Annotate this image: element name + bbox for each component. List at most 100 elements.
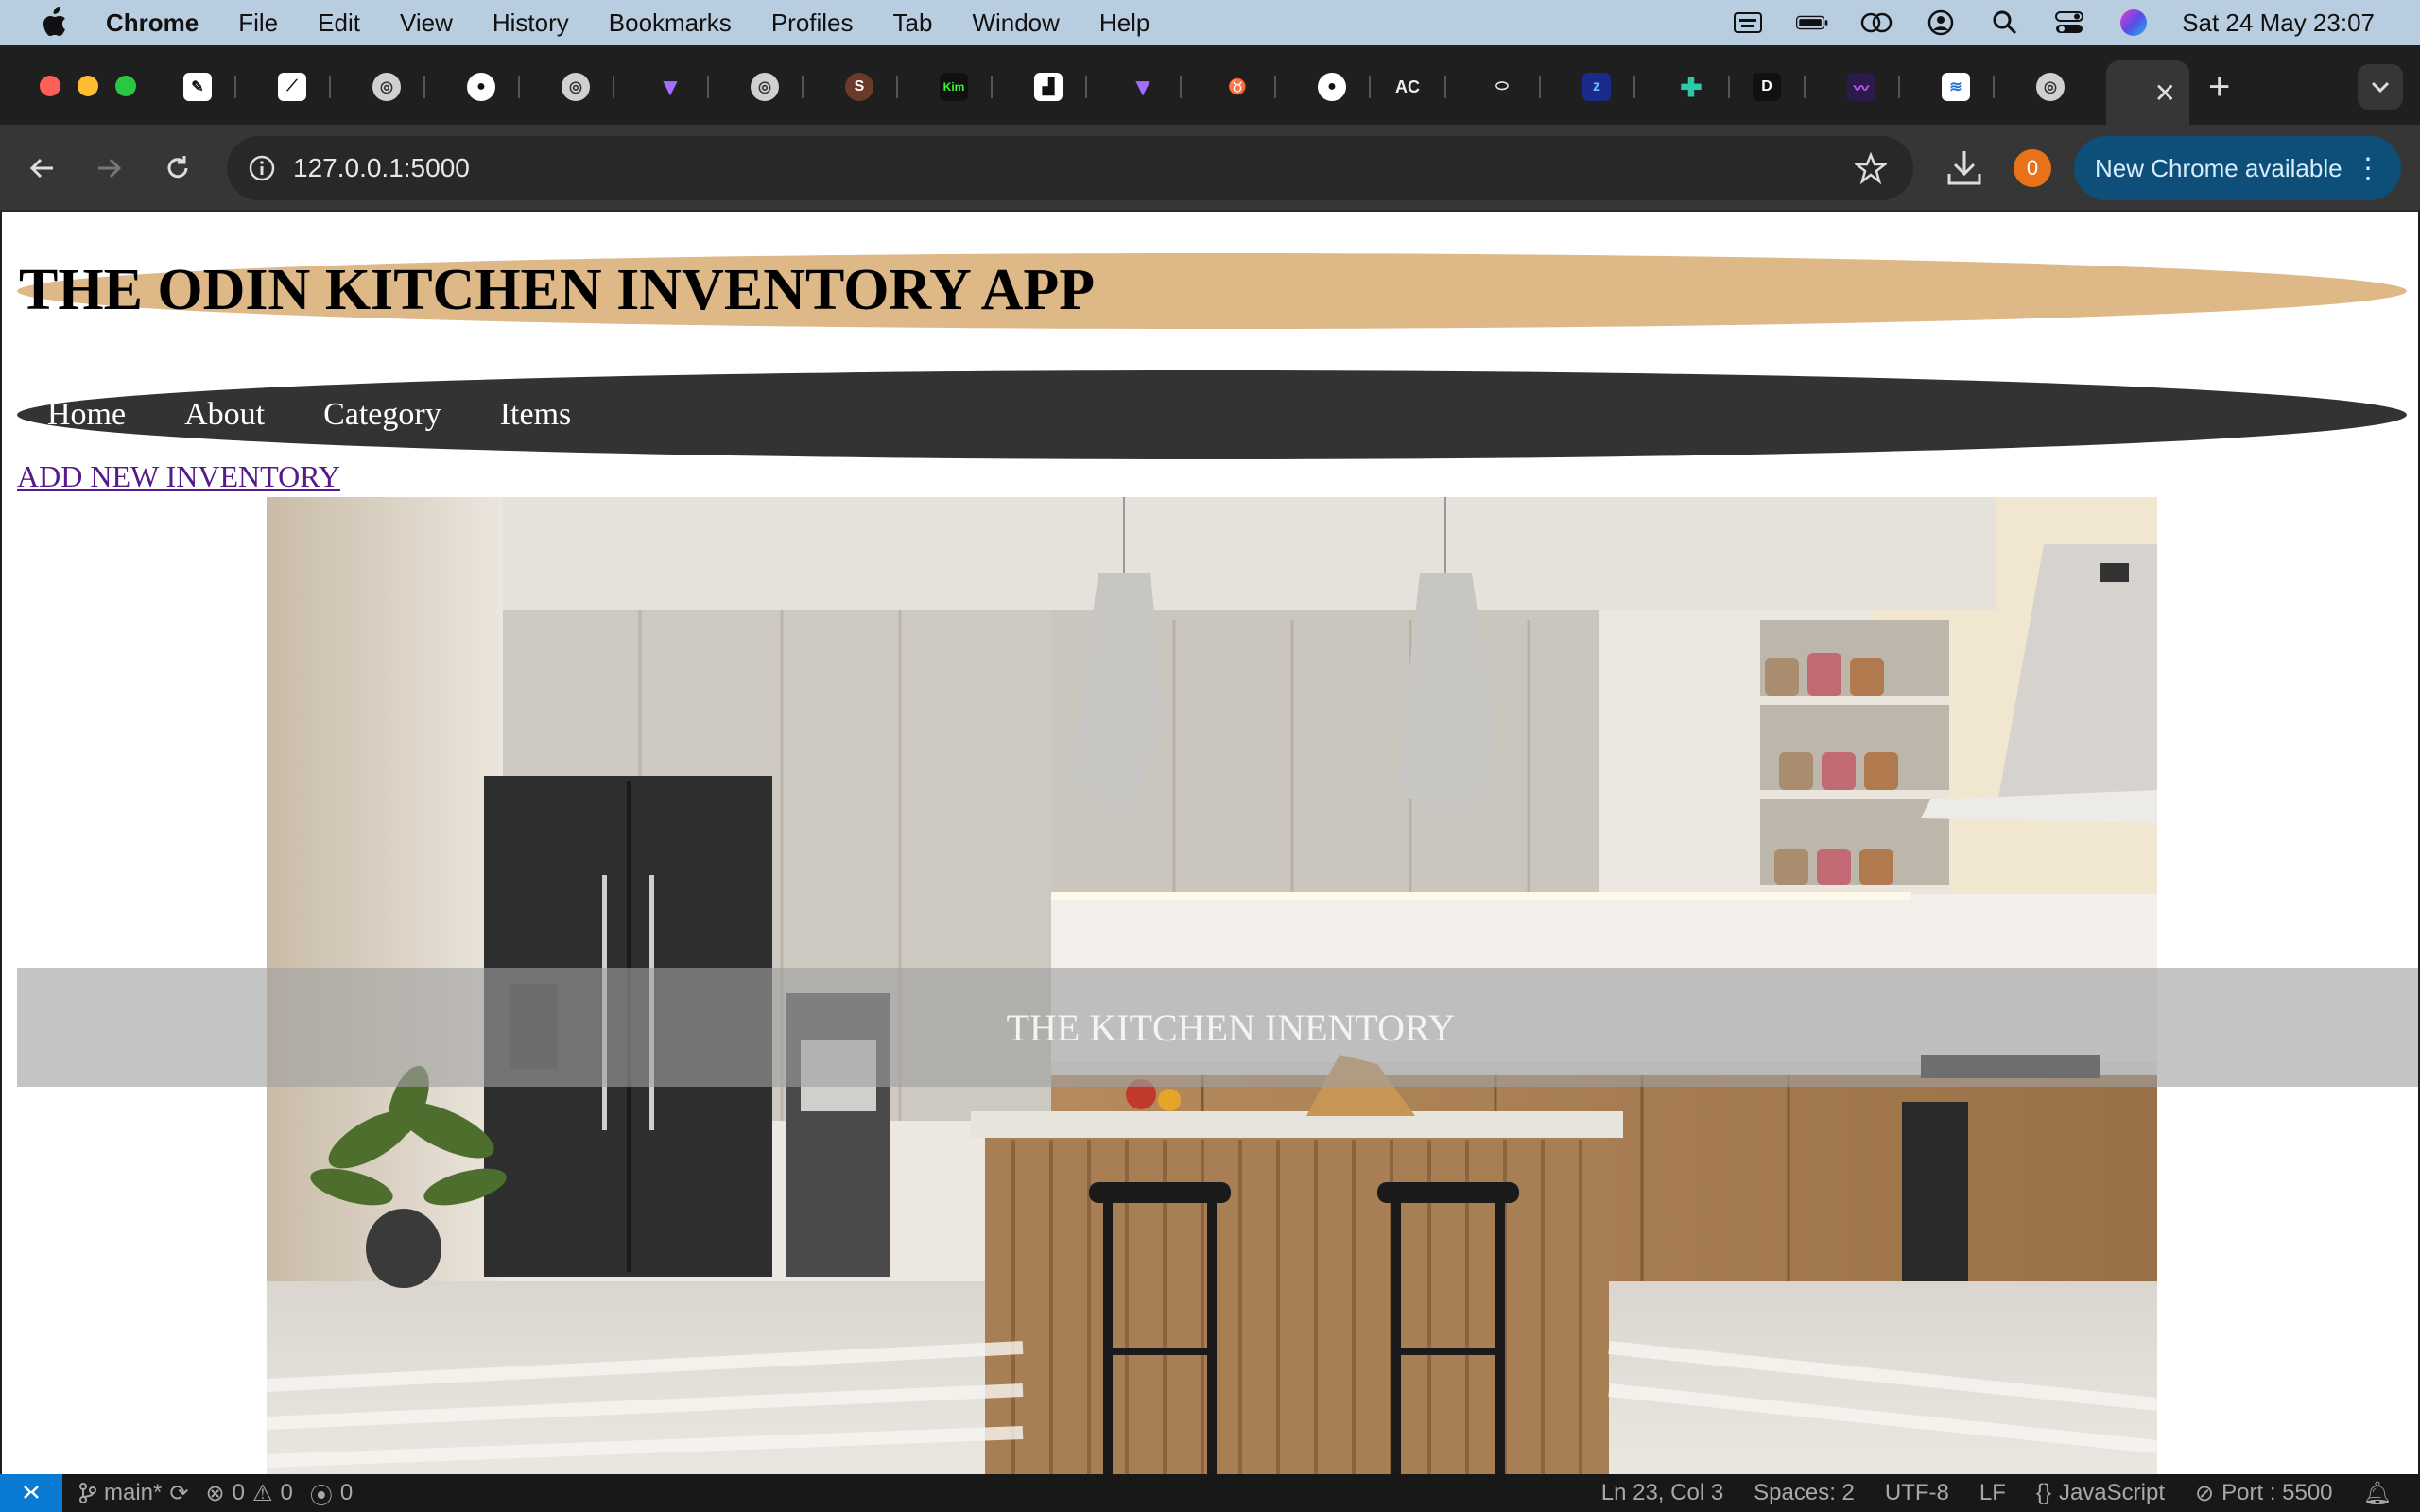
extension-badge[interactable]: 0 — [2014, 149, 2051, 187]
browser-tab[interactable]: ▼ — [648, 64, 709, 110]
keyboard-icon[interactable] — [1732, 9, 1764, 36]
browser-tab[interactable]: ◎ — [2029, 64, 2089, 110]
eol-status[interactable]: LF — [1979, 1480, 2006, 1506]
vscode-status-bar: main* ⟳ ⊗ 0 ⚠ 0 ⦿ 0 Ln 23, Col 3 Spaces: 2 … — [0, 1474, 2420, 1512]
browser-tab[interactable]: ⬭ — [1480, 64, 1541, 110]
more-menu-icon[interactable]: ⋮ — [2354, 152, 2382, 185]
browser-tab[interactable]: Kim — [932, 64, 993, 110]
tab-search-button[interactable] — [2358, 64, 2403, 110]
browser-tab[interactable]: ♉ — [1216, 64, 1276, 110]
browser-tab[interactable]: D — [1745, 64, 1806, 110]
indentation-status[interactable]: Spaces: 2 — [1754, 1480, 1855, 1506]
browser-tab[interactable]: 〰 — [1840, 64, 1900, 110]
screen-mirroring-icon[interactable] — [1860, 9, 1893, 36]
nav-link-about[interactable]: About — [184, 397, 265, 433]
menu-chrome[interactable]: Chrome — [106, 9, 199, 38]
fox-icon: ♉ — [1228, 79, 1247, 95]
bookmark-star-icon[interactable] — [1855, 152, 1887, 184]
window-close-button[interactable] — [40, 76, 60, 96]
no-signal-icon: ⊘ — [2195, 1480, 2215, 1506]
warning-count: 0 — [280, 1480, 293, 1505]
ports-count: 0 — [339, 1480, 354, 1505]
chevron-down-icon — [2371, 81, 2390, 94]
close-tab-icon[interactable]: ✕ — [2154, 77, 2176, 109]
url-text[interactable]: 127.0.0.1:5000 — [293, 153, 470, 183]
activity-icon: 〰 — [1847, 73, 1876, 101]
problems-status[interactable]: ⊗ 0 ⚠ 0 — [205, 1480, 292, 1507]
git-branch-status[interactable]: main* ⟳ — [79, 1480, 188, 1507]
menu-profiles[interactable]: Profiles — [771, 9, 854, 38]
encoding-status[interactable]: UTF-8 — [1885, 1480, 1949, 1506]
live-server-status[interactable]: ⊘ Port : 5500 — [2195, 1480, 2333, 1507]
browser-tab[interactable]: ● — [1310, 64, 1371, 110]
sync-icon[interactable]: ⟳ — [169, 1480, 188, 1507]
user-account-icon[interactable] — [1925, 9, 1957, 36]
browser-tab[interactable]: ◎ — [554, 64, 614, 110]
menubar-clock[interactable]: Sat 24 May 23:07 — [2182, 9, 2375, 38]
browser-tab[interactable]: ▟ — [1027, 64, 1087, 110]
chrome-tab-strip: ✎ ⟋ ◎ ● ◎ ▼ ◎ S Kim ▟ ▼ ♉ ● AC ⬭ z ✚ D 〰… — [0, 45, 2420, 125]
new-tab-button[interactable]: + — [2208, 68, 2230, 106]
menu-view[interactable]: View — [400, 9, 453, 38]
apple-logo-icon[interactable] — [40, 7, 68, 39]
arrow-right-icon — [98, 158, 122, 179]
browser-tab[interactable]: ▼ — [1121, 64, 1182, 110]
reload-icon — [167, 156, 188, 179]
error-icon: ⊗ — [205, 1480, 225, 1506]
update-label: New Chrome available — [2095, 153, 2342, 182]
circle-icon: ● — [1318, 73, 1346, 101]
browser-tab[interactable]: ✚ — [1669, 64, 1730, 110]
browser-tab[interactable]: ◎ — [743, 64, 804, 110]
menu-history[interactable]: History — [493, 9, 569, 38]
browser-tab[interactable]: AC — [1386, 64, 1446, 110]
window-minimize-button[interactable] — [78, 76, 98, 96]
back-button[interactable] — [23, 149, 60, 187]
address-bar[interactable]: 127.0.0.1:5000 — [227, 136, 1913, 200]
spotlight-search-icon[interactable] — [1989, 9, 2021, 36]
reload-button[interactable] — [159, 149, 197, 187]
chrome-page-icon: ◎ — [751, 73, 779, 101]
forward-button[interactable] — [91, 149, 129, 187]
nav-link-home[interactable]: Home — [47, 397, 126, 433]
menu-edit[interactable]: Edit — [318, 9, 360, 38]
browser-tab[interactable]: ≋ — [1934, 64, 1995, 110]
window-maximize-button[interactable] — [115, 76, 136, 96]
browser-tab[interactable]: S — [838, 64, 898, 110]
add-new-inventory-link[interactable]: ADD NEW INVENTORY — [17, 459, 340, 494]
ports-status[interactable]: ⦿ 0 — [310, 1477, 353, 1510]
language-mode[interactable]: {} JavaScript — [2036, 1480, 2165, 1506]
battery-icon[interactable] — [1796, 9, 1828, 36]
siri-icon[interactable] — [2118, 9, 2150, 36]
browser-tab[interactable]: ⟋ — [270, 64, 331, 110]
remote-window-button[interactable] — [0, 1474, 62, 1512]
link-icon: ⟋ — [278, 73, 306, 101]
puzzle-icon: ✚ — [1680, 72, 1703, 102]
chrome-page-icon: ◎ — [372, 73, 401, 101]
chrome-page-icon: ◎ — [562, 73, 590, 101]
download-icon[interactable] — [1945, 147, 1983, 189]
menu-window[interactable]: Window — [972, 9, 1059, 38]
language-label: JavaScript — [2058, 1480, 2165, 1505]
notifications-bell-icon[interactable]: 🔔︎ — [2363, 1480, 2392, 1507]
browser-tab[interactable]: ✎ — [176, 64, 236, 110]
browser-tab[interactable]: ◎ — [365, 64, 425, 110]
menu-file[interactable]: File — [238, 9, 278, 38]
menu-help[interactable]: Help — [1099, 9, 1150, 38]
browser-tab[interactable]: ● — [459, 64, 520, 110]
menu-tab[interactable]: Tab — [893, 9, 933, 38]
site-info-icon[interactable] — [248, 154, 276, 182]
ellipse-icon: ⬭ — [1495, 78, 1509, 94]
control-center-icon[interactable] — [2053, 9, 2085, 36]
menu-bookmarks[interactable]: Bookmarks — [609, 9, 732, 38]
new-chrome-available-button[interactable]: New Chrome available ⋮ — [2074, 136, 2401, 200]
remote-icon — [24, 1486, 39, 1499]
building-icon: ▟ — [1034, 73, 1063, 101]
live-server-port: Port : 5500 — [2221, 1480, 2333, 1505]
cursor-position[interactable]: Ln 23, Col 3 — [1601, 1480, 1723, 1506]
warning-icon: ⚠ — [251, 1480, 273, 1506]
nav-link-category[interactable]: Category — [323, 397, 441, 433]
letter-s-icon: S — [845, 73, 873, 101]
active-tab[interactable]: ✕ — [2106, 60, 2189, 125]
browser-tab[interactable]: z — [1575, 64, 1635, 110]
nav-link-items[interactable]: Items — [500, 397, 572, 433]
